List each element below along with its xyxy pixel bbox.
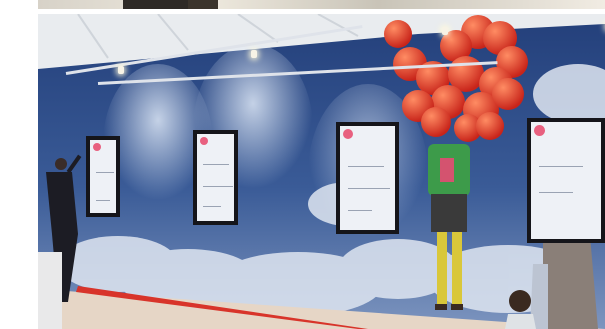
top-photo-strip xyxy=(38,0,605,9)
touch-screen-1 xyxy=(86,136,120,217)
ceiling-light-3 xyxy=(442,27,448,35)
touch-screen-4 xyxy=(527,118,605,243)
ceiling-light-2 xyxy=(251,50,257,58)
exhibition-photo xyxy=(38,14,605,329)
photo-scene xyxy=(38,14,605,329)
strip-dark-object-2 xyxy=(188,0,218,9)
ceiling-light-1 xyxy=(118,66,124,74)
touch-screen-3 xyxy=(336,122,399,234)
touch-screen-2 xyxy=(193,130,238,225)
